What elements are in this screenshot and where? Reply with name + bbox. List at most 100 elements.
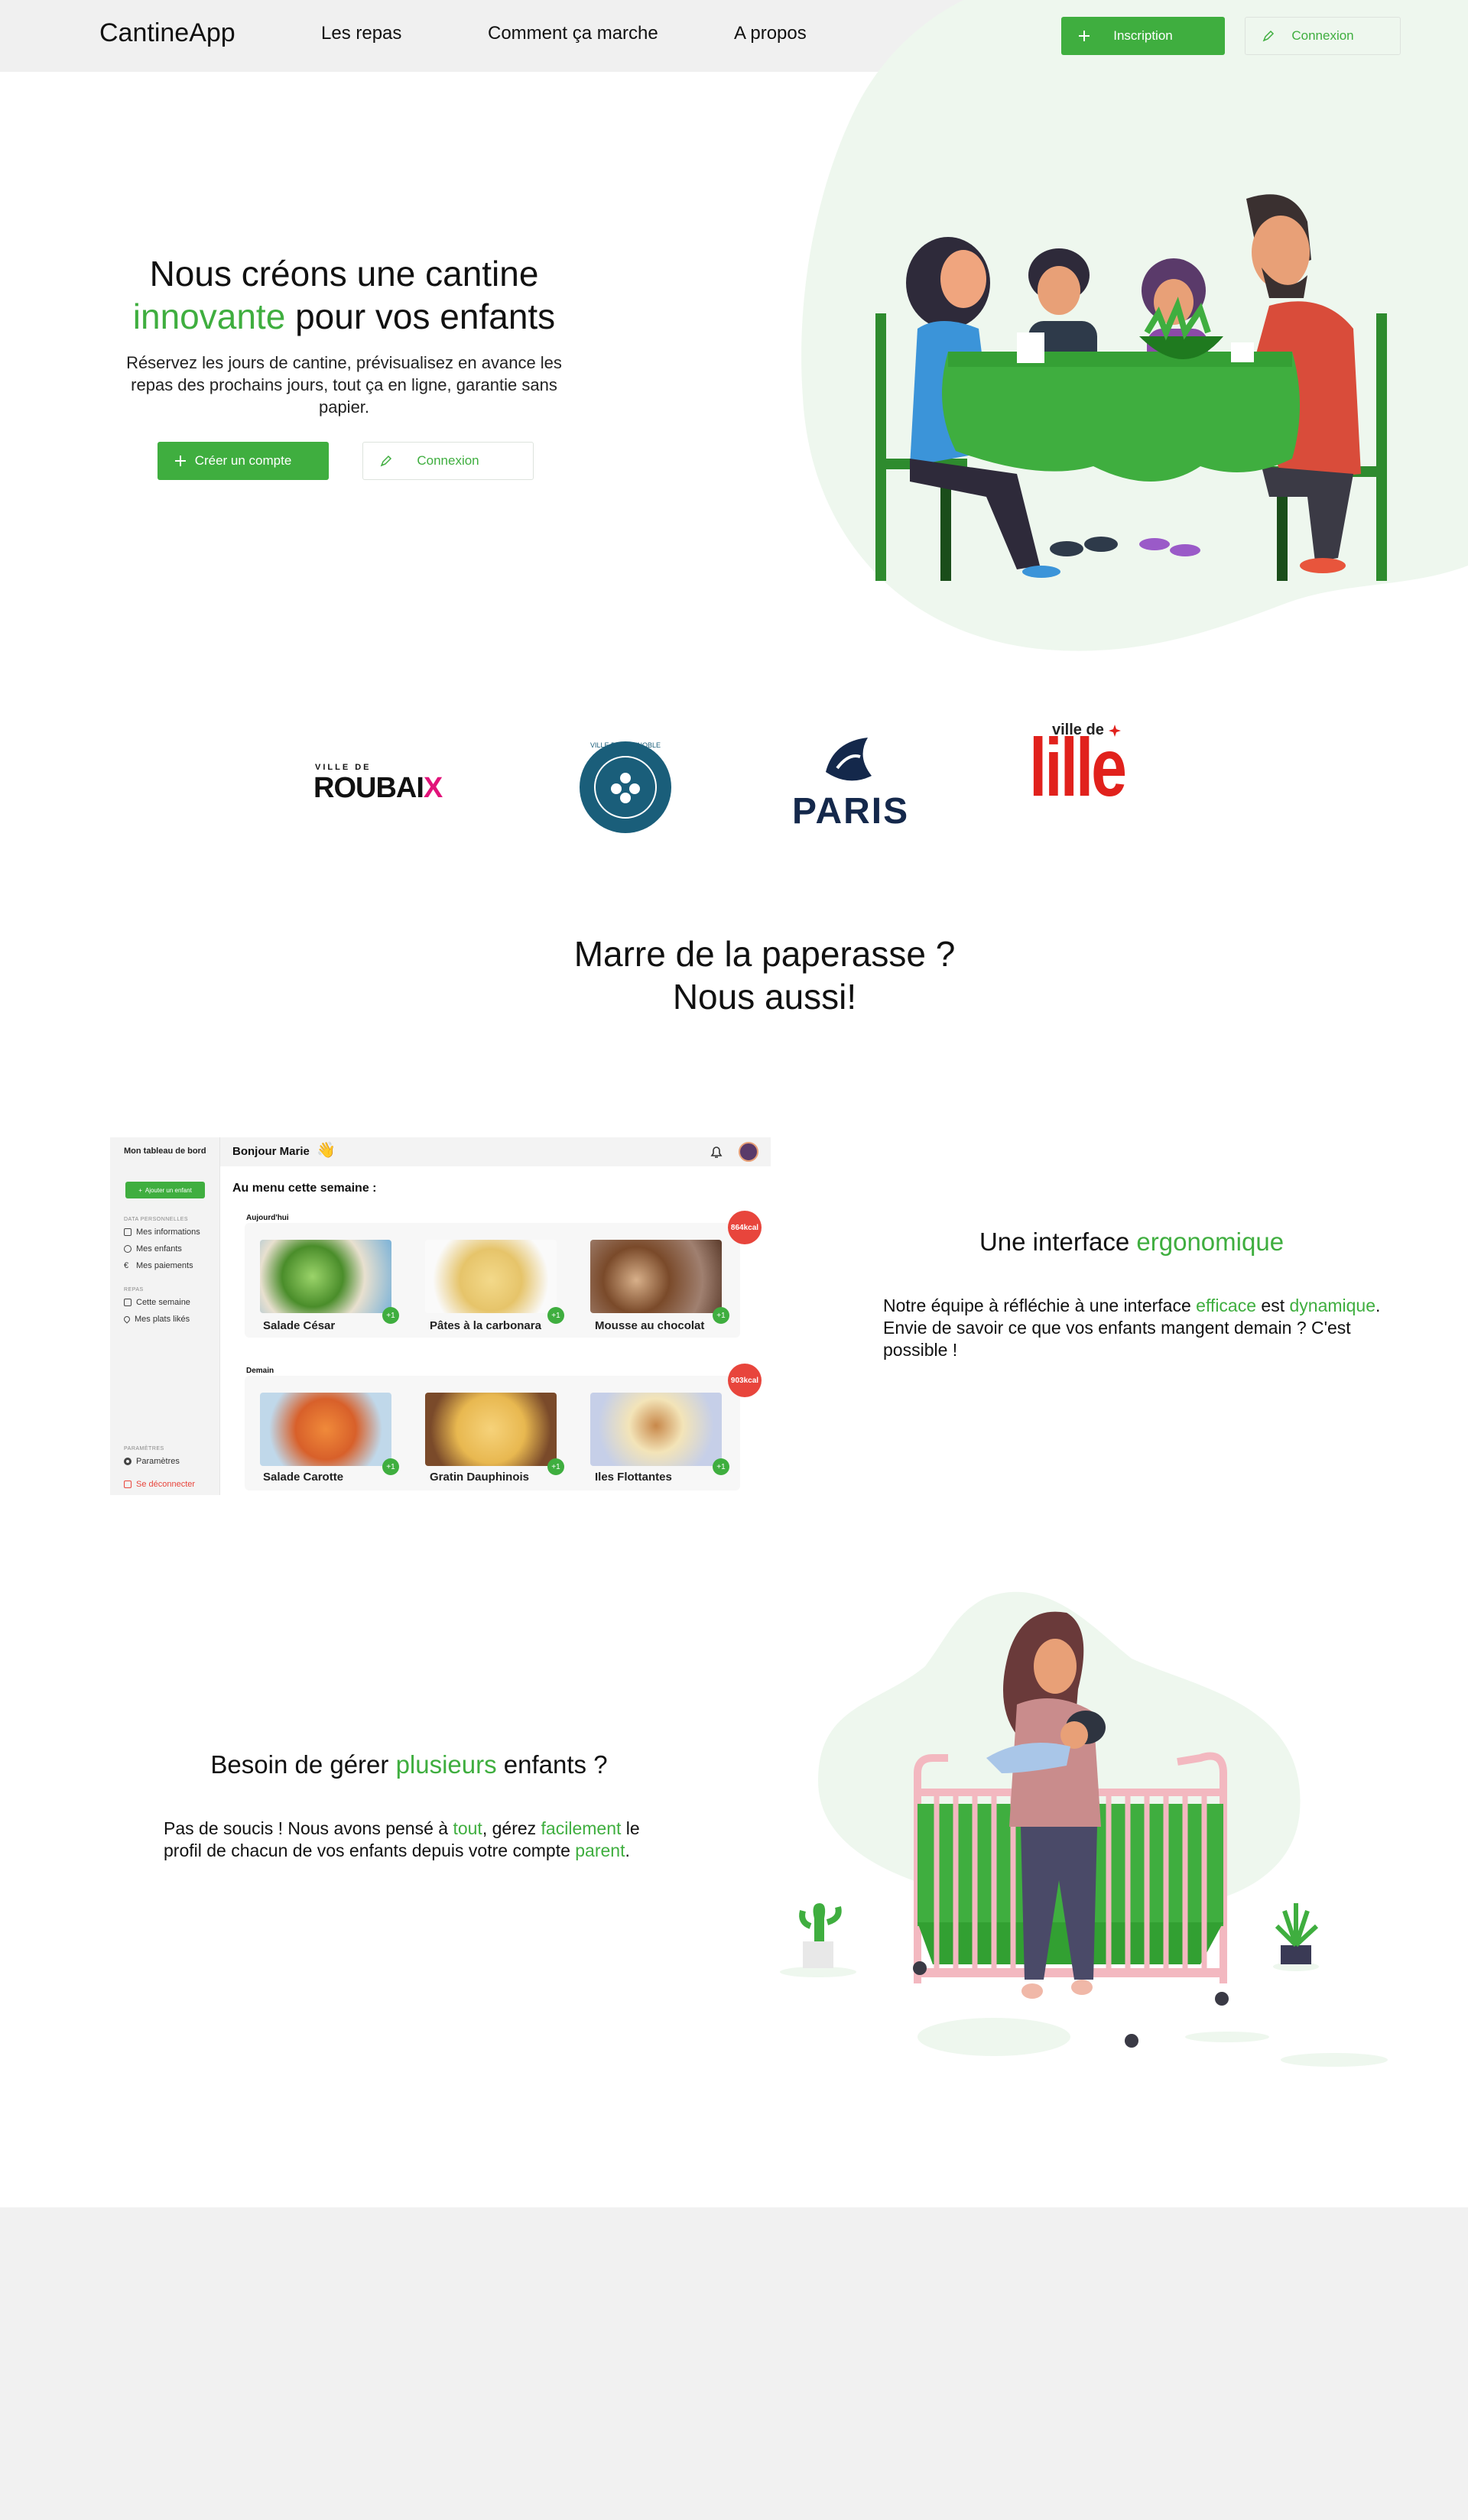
multiple-text-accent-3: parent (575, 1841, 625, 1860)
menu-title: Au menu cette semaine : (232, 1182, 377, 1195)
like-button[interactable]: +1 (382, 1458, 399, 1475)
create-account-button[interactable]: Créer un compte (158, 442, 329, 480)
user-avatar[interactable] (739, 1142, 758, 1162)
ergonomic-heading-accent: ergonomique (1136, 1228, 1284, 1256)
today-kcal-badge: 864kcal (728, 1211, 762, 1244)
sidebar-item-label: Se déconnecter (136, 1480, 196, 1489)
dish-name: Mousse au chocolat (595, 1319, 705, 1332)
nav-link-how-it-works[interactable]: Comment ça marche (488, 23, 658, 44)
paperwork-heading: Marre de la paperasse ? Nous aussi! (428, 932, 1101, 1018)
hero-title-rest: pour vos enfants (285, 297, 556, 336)
signup-label: Inscription (1113, 28, 1173, 43)
multiple-heading-post: enfants ? (496, 1750, 608, 1779)
sidebar-item-label: Mes enfants (136, 1244, 182, 1254)
hero-description: Réservez les jours de cantine, prévisual… (126, 353, 562, 417)
dish-image-caesar-salad[interactable] (260, 1240, 391, 1313)
multiple-text-accent-1: tout (453, 1818, 482, 1838)
id-card-icon (124, 1228, 132, 1236)
multiple-children-description: Pas de soucis ! Nous avons pensé à tout,… (164, 1818, 668, 1862)
logout-icon (124, 1481, 132, 1488)
nav-login-label: Connexion (1291, 28, 1354, 43)
sidebar-item-liked-dishes[interactable]: Mes plats likés (122, 1315, 190, 1324)
hero-login-button[interactable]: Connexion (362, 442, 534, 480)
ergonomic-heading-pre: Une interface (979, 1228, 1137, 1256)
like-button[interactable]: +1 (713, 1458, 729, 1475)
multiple-text-1: Pas de soucis ! Nous avons pensé à (164, 1818, 453, 1838)
nav-link-meals[interactable]: Les repas (321, 23, 401, 44)
multiple-text-4: . (625, 1841, 630, 1860)
dashboard-greeting: Bonjour Marie (232, 1145, 310, 1158)
hero-login-label: Connexion (417, 453, 479, 468)
pencil-icon (1262, 30, 1275, 42)
multiple-heading-accent: plusieurs (395, 1750, 497, 1779)
paperwork-heading-line1: Marre de la paperasse ? (573, 934, 956, 974)
sidebar-section-personal: DATA PERSONNELLES (124, 1217, 189, 1222)
sidebar-item-logout[interactable]: Se déconnecter (124, 1480, 195, 1489)
tomorrow-kcal-badge: 903kcal (728, 1364, 762, 1397)
nav-login-button[interactable]: Connexion (1245, 17, 1401, 55)
sidebar-item-my-children[interactable]: Mes enfants (124, 1244, 182, 1254)
ergonomic-text-accent-2: dynamique (1289, 1296, 1376, 1315)
create-account-label: Créer un compte (194, 453, 292, 468)
dish-name: Pâtes à la carbonara (430, 1319, 541, 1332)
ergonomic-heading: Une interface ergonomique (879, 1228, 1384, 1257)
sidebar-item-my-payments[interactable]: € Mes paiements (124, 1261, 193, 1270)
dish-name: Salade César (263, 1319, 336, 1332)
like-button[interactable]: +1 (382, 1307, 399, 1324)
sidebar-item-my-info[interactable]: Mes informations (124, 1228, 200, 1237)
dish-image-carrot-salad[interactable] (260, 1393, 391, 1466)
sidebar-item-label: Mes informations (136, 1228, 200, 1237)
family-dinner-illustration (875, 194, 1387, 581)
add-child-label: Ajouter un enfant (145, 1186, 192, 1194)
sidebar-title: Mon tableau de bord (124, 1146, 206, 1156)
like-button[interactable]: +1 (547, 1307, 564, 1324)
dish-image-floating-islands[interactable] (590, 1393, 722, 1466)
hero-title: Nous créons une cantine innovante pour v… (99, 252, 589, 338)
sidebar-item-this-week[interactable]: Cette semaine (124, 1298, 190, 1307)
lille-logo: lille (1029, 721, 1127, 813)
today-label: Aujourd'hui (246, 1214, 289, 1222)
like-button[interactable]: +1 (547, 1458, 564, 1475)
dashboard-preview: Mon tableau de bord + Ajouter un enfant D… (110, 1137, 771, 1495)
paris-logo: PARIS (792, 791, 910, 832)
heart-icon (122, 1315, 132, 1324)
calendar-icon (124, 1299, 132, 1306)
euro-icon: € (124, 1261, 129, 1270)
page-footer (0, 2207, 1468, 2520)
sidebar-item-label: Mes plats likés (135, 1315, 190, 1324)
grenoble-seal-logo (580, 741, 671, 833)
multiple-heading-pre: Besoin de gérer (210, 1750, 396, 1779)
roubaix-logo-x: X (423, 772, 443, 804)
sidebar-item-label: Paramètres (136, 1457, 180, 1466)
sidebar-item-settings[interactable]: Paramètres (124, 1457, 180, 1466)
plus-icon (175, 456, 186, 466)
mother-and-crib-illustration (780, 1591, 1388, 2067)
paperwork-heading-line2: Nous aussi! (672, 977, 857, 1017)
ergonomic-description: Notre équipe à réfléchie à une interface… (883, 1295, 1388, 1361)
grenoble-logo-text: VILLE DE GRENOBLE (589, 741, 661, 749)
app-logo[interactable]: CantineApp (99, 18, 235, 48)
sidebar-item-label: Cette semaine (136, 1298, 190, 1307)
dish-name: Gratin Dauphinois (430, 1471, 530, 1484)
pencil-icon (380, 455, 392, 467)
add-child-button[interactable]: + Ajouter un enfant (125, 1182, 205, 1198)
dish-image-gratin-dauphinois[interactable] (425, 1393, 557, 1466)
sidebar-section-settings: PARAMÈTRES (124, 1446, 164, 1451)
roubaix-logo-top: VILLE DE (315, 763, 372, 772)
plus-icon (1079, 31, 1090, 41)
multiple-text-2: , gérez (482, 1818, 541, 1838)
ergonomic-text-2: est (1256, 1296, 1290, 1315)
roubaix-logo: ROUBAIX (313, 772, 443, 805)
sidebar-section-meals: REPAS (124, 1287, 144, 1292)
dish-image-chocolate-mousse[interactable] (590, 1240, 722, 1313)
signup-button[interactable]: Inscription (1061, 17, 1225, 55)
dish-image-carbonara[interactable] (425, 1240, 557, 1313)
like-button[interactable]: +1 (713, 1307, 729, 1324)
ergonomic-text-accent-1: efficace (1196, 1296, 1257, 1315)
ergonomic-text-1: Notre équipe à réfléchie à une interface (883, 1296, 1197, 1315)
bell-icon[interactable] (708, 1143, 725, 1160)
dish-name: Iles Flottantes (595, 1471, 672, 1484)
sidebar-item-label: Mes paiements (136, 1261, 193, 1270)
multiple-text-accent-2: facilement (541, 1818, 622, 1838)
waving-hand-icon: 👋 (317, 1142, 336, 1159)
